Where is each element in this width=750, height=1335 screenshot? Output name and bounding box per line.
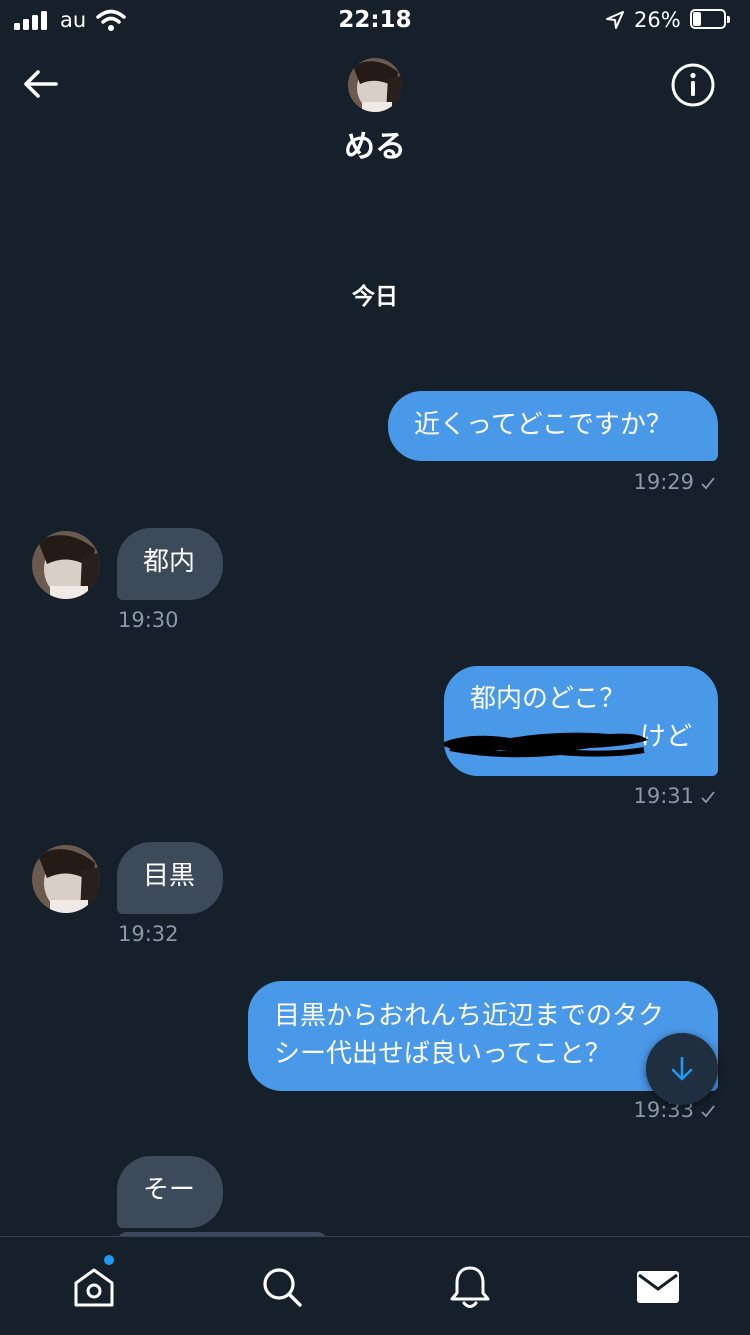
- info-button[interactable]: [670, 62, 716, 108]
- location-arrow-icon: [606, 11, 624, 29]
- battery-level-fill: [693, 12, 701, 26]
- message-time: 19:30: [118, 608, 179, 632]
- sender-avatar[interactable]: [32, 845, 100, 913]
- message-meta: 19:29: [633, 468, 716, 496]
- date-divider: 今日: [352, 284, 398, 310]
- tab-bar: [0, 1236, 750, 1335]
- tab-home[interactable]: [70, 1263, 118, 1311]
- messages-icon: [637, 1271, 679, 1303]
- back-arrow-icon: [24, 70, 58, 98]
- message-line: シー代出せば良いってこと？: [274, 1039, 611, 1069]
- info-icon: [671, 63, 715, 107]
- arrow-down-icon: [671, 1056, 693, 1081]
- message-text: 近くってどこですか？: [414, 410, 672, 440]
- message-line: 目黒からおれんち近辺までのタク: [274, 1001, 665, 1031]
- home-icon: [74, 1268, 114, 1307]
- sent-check-icon: [701, 477, 715, 490]
- home-notification-dot: [104, 1255, 114, 1265]
- message-meta: 19:31: [633, 782, 716, 810]
- message-bubble-received[interactable]: 目黒: [117, 842, 223, 914]
- status-bar: au 22:18 26%: [0, 0, 750, 40]
- message-text: 都内: [143, 547, 196, 577]
- notifications-icon: [450, 1266, 490, 1308]
- sent-check-icon: [701, 791, 715, 804]
- header-avatar[interactable]: [348, 58, 402, 112]
- conversation-title[interactable]: める: [0, 127, 750, 167]
- message-bubble-received[interactable]: 都内: [117, 528, 223, 600]
- message-bubble-sent[interactable]: 都内のどこ？ けど: [444, 666, 718, 776]
- message-time: 19:29: [633, 470, 694, 494]
- battery-icon: [690, 9, 732, 31]
- battery-percent: 26%: [634, 8, 681, 32]
- search-icon: [263, 1268, 302, 1307]
- sender-avatar[interactable]: [32, 531, 100, 599]
- message-line: 都内のどこ？: [470, 684, 626, 714]
- message-text: そー: [143, 1175, 196, 1205]
- back-button[interactable]: [18, 62, 64, 108]
- sent-check-icon: [701, 1105, 715, 1118]
- redaction-mark: [444, 732, 648, 758]
- message-time: 19:31: [633, 784, 694, 808]
- tab-notifications[interactable]: [446, 1263, 494, 1311]
- message-bubble-received[interactable]: そー: [117, 1156, 223, 1228]
- message-bubble-sent[interactable]: 近くってどこですか？: [388, 391, 718, 461]
- tab-messages[interactable]: [634, 1263, 682, 1311]
- tab-search[interactable]: [258, 1263, 306, 1311]
- message-time: 19:32: [118, 922, 179, 946]
- message-text: 目黒: [143, 861, 196, 891]
- scroll-to-bottom-button[interactable]: [646, 1033, 718, 1105]
